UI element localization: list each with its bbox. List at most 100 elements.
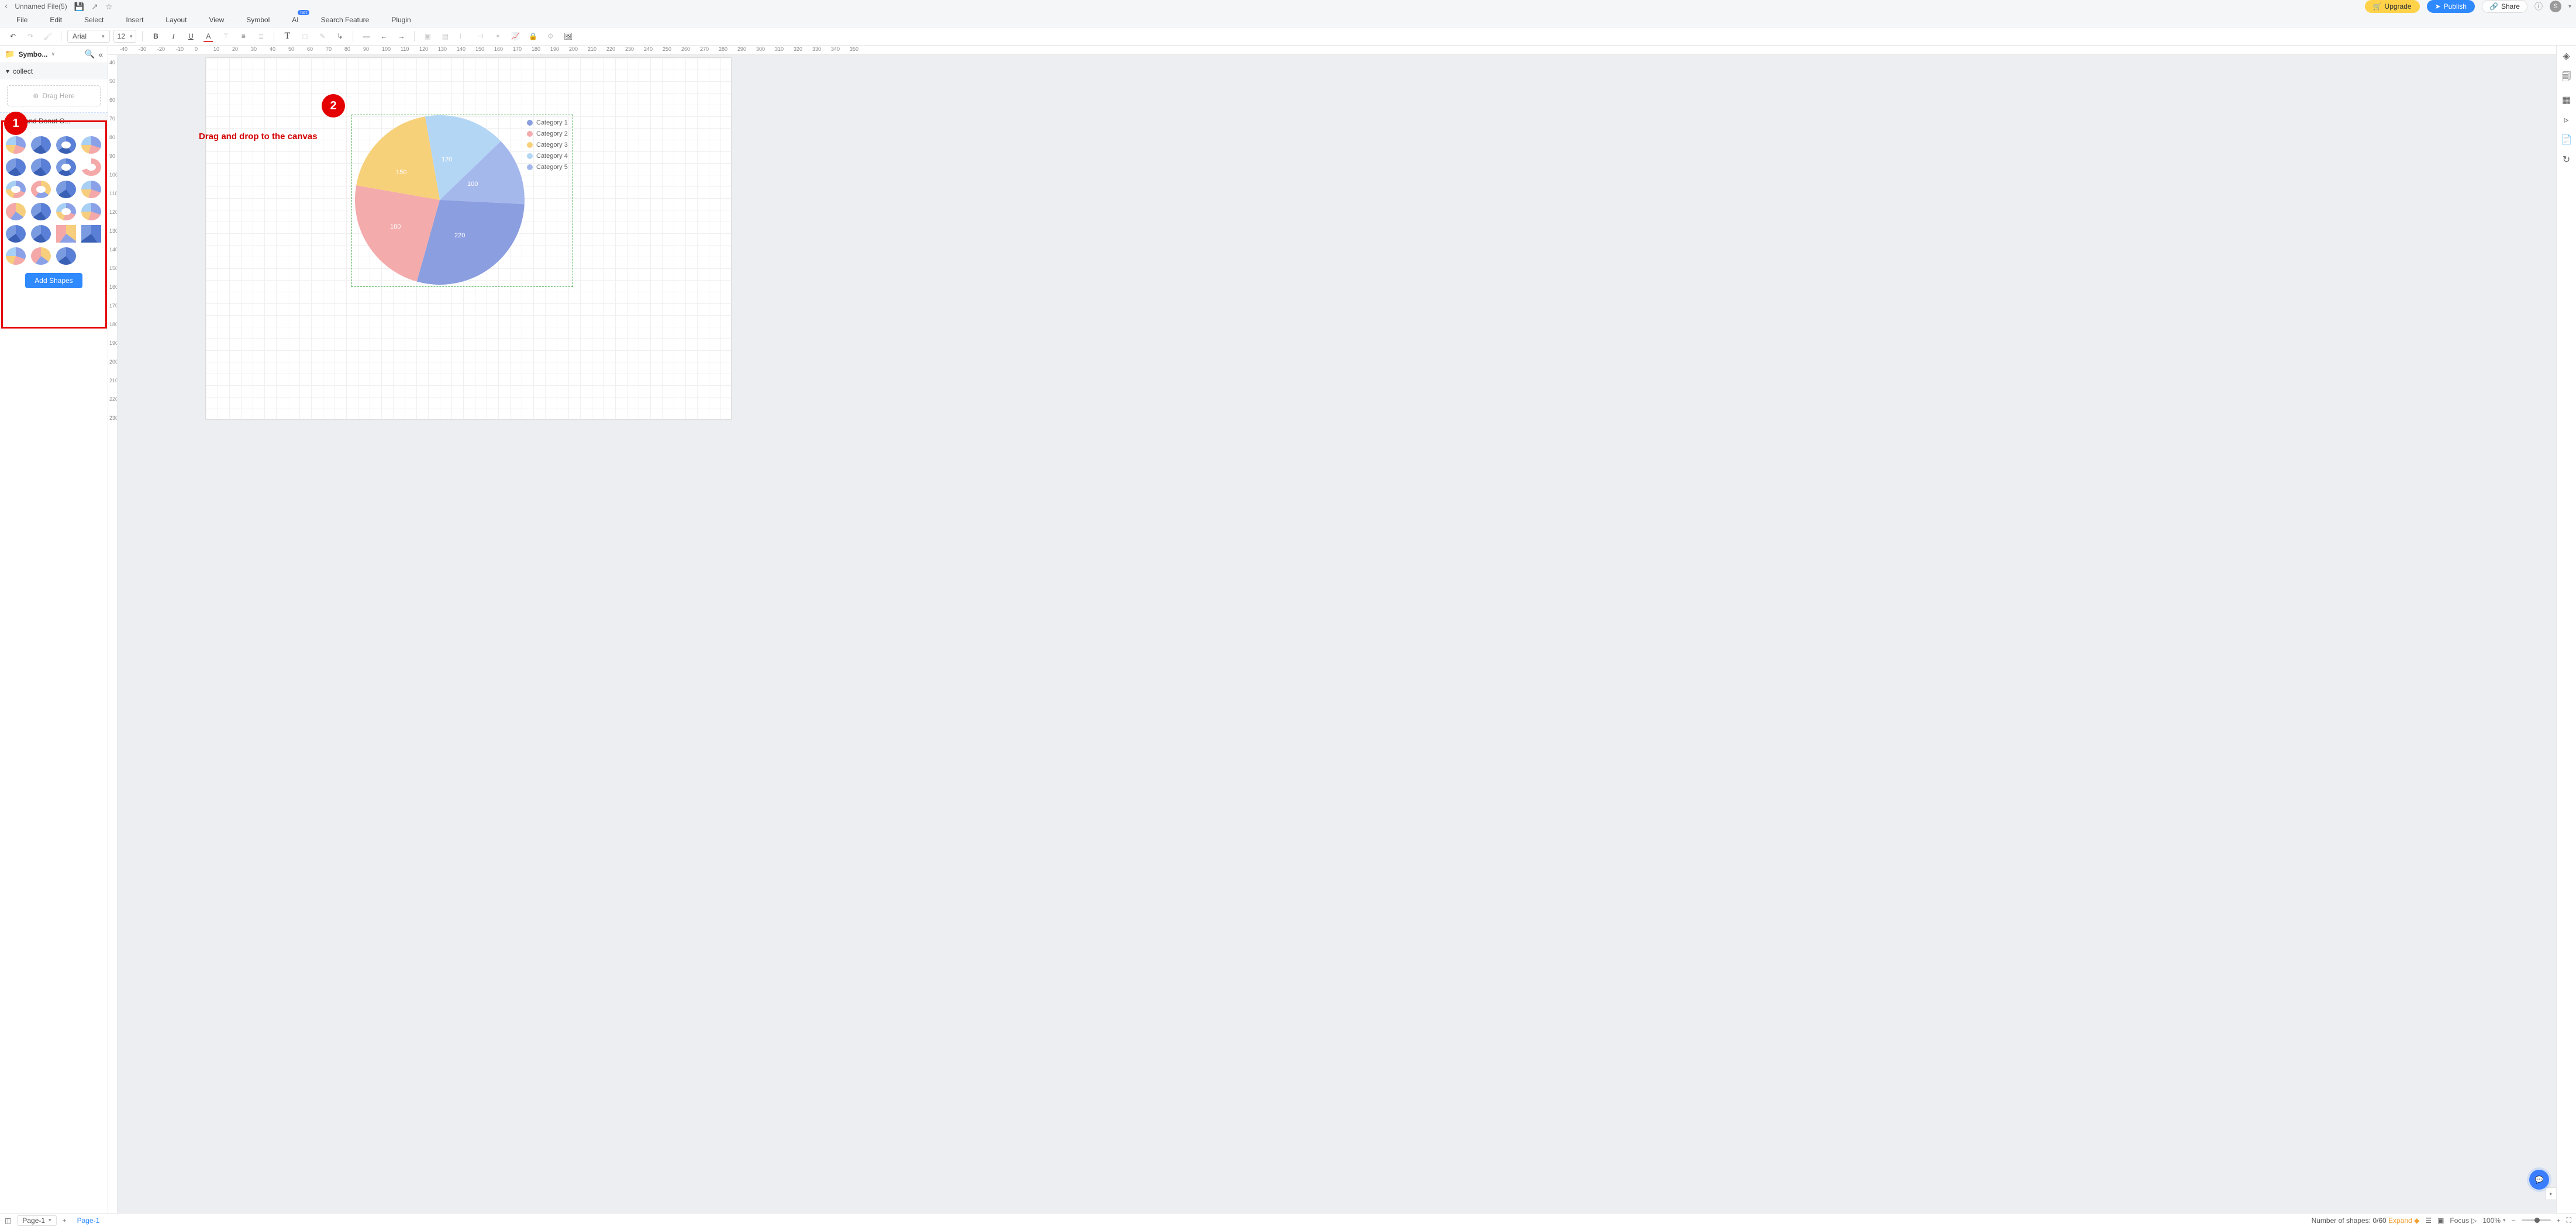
font-select[interactable]: Arial▾ [67,30,110,43]
layers-toggle[interactable]: ☰ [2425,1216,2432,1225]
assistant-fab[interactable]: 💬 [2529,1170,2549,1190]
avatar[interactable]: S [2550,1,2561,12]
shape-thumb[interactable] [56,225,76,243]
shape-thumb[interactable] [56,158,76,176]
text-tool-button[interactable]: T [280,29,294,43]
page-tab[interactable]: Page-1 [73,1216,105,1225]
save-icon[interactable]: 💾 [74,2,84,12]
fullscreen-button[interactable]: ⛶ [2567,1216,2571,1225]
fill-button[interactable]: ◻ [298,29,312,43]
avatar-caret-icon[interactable]: ▾ [2568,4,2571,10]
add-shapes-button[interactable]: Add Shapes [25,273,82,288]
arrow-end-button[interactable]: → [394,29,408,43]
line-color-button[interactable]: ✎ [315,29,329,43]
layers-icon[interactable]: 🗐 [2562,70,2571,86]
shape-thumb[interactable] [6,203,26,220]
library-caret-icon[interactable]: ∨ [51,51,55,57]
font-size-select[interactable]: 12▾ [113,30,137,43]
drag-here-zone[interactable]: ⊕Drag Here [7,85,101,106]
shape-thumb[interactable] [81,136,101,154]
tools-button[interactable]: ⚙ [543,29,557,43]
shape-thumb[interactable] [6,247,26,265]
shape-thumb[interactable] [31,136,51,154]
menu-search-feature[interactable]: Search Feature [321,16,370,24]
zoom-in-button[interactable]: + [2557,1216,2561,1225]
bold-button[interactable]: B [149,29,163,43]
star-icon[interactable]: ☆ [105,2,113,12]
zoom-out-button[interactable]: − [2512,1216,2516,1225]
menu-layout[interactable]: Layout [165,16,187,24]
expand-link[interactable]: Expand [2388,1216,2412,1225]
help-icon[interactable]: ⓘ [2534,1,2543,12]
shape-thumb[interactable] [81,158,101,176]
fit-icon[interactable]: ▣ [2437,1216,2444,1225]
italic-button[interactable]: I [166,29,180,43]
shape-thumb[interactable] [56,203,76,220]
add-page-button[interactable]: + [63,1216,67,1225]
apps-icon[interactable]: ▦ [2562,94,2571,106]
menu-select[interactable]: Select [84,16,104,24]
image-button[interactable]: 🖼 [561,29,575,43]
page-select[interactable]: Page-1▾ [17,1215,56,1226]
shape-thumb[interactable] [31,203,51,220]
shape-thumb[interactable] [81,203,101,220]
canvas[interactable]: Drag and drop to the canvas 2 Category 1… [118,55,2556,1213]
history-icon[interactable]: ↻ [2563,154,2570,165]
menu-ai[interactable]: AIhot [292,16,298,24]
line-style-button[interactable]: — [359,29,373,43]
collapse-panel-icon[interactable]: « [98,50,103,59]
publish-button[interactable]: ➤Publish [2427,0,2475,13]
menu-plugin[interactable]: Plugin [391,16,411,24]
shape-thumb[interactable] [81,225,101,243]
align-objects-button[interactable]: ⊢ [456,29,470,43]
shape-thumb[interactable] [81,181,101,198]
shape-thumb[interactable] [6,136,26,154]
page-canvas[interactable]: Drag and drop to the canvas 2 Category 1… [205,57,732,420]
shape-thumb[interactable] [31,158,51,176]
zoom-value[interactable]: 100% ▾ [2482,1216,2505,1225]
shape-thumb[interactable] [31,247,51,265]
shape-thumb[interactable] [56,136,76,154]
shape-thumb[interactable] [6,158,26,176]
menu-view[interactable]: View [209,16,224,24]
align-button[interactable]: ≡ [236,29,250,43]
distribute-button[interactable]: ⊣ [473,29,487,43]
menu-file[interactable]: File [16,16,27,24]
group-button[interactable]: ▣ [420,29,434,43]
shape-thumb[interactable] [56,181,76,198]
menu-symbol[interactable]: Symbol [246,16,270,24]
ungroup-button[interactable]: ▤ [438,29,452,43]
present-icon[interactable]: ▹ [2564,114,2568,126]
back-icon[interactable]: ‹ [5,1,8,12]
shape-thumb[interactable] [6,225,26,243]
file-name[interactable]: Unnamed File(5) [15,2,67,11]
notes-icon[interactable]: 📄 [2561,134,2572,146]
undo-button[interactable]: ↶ [6,29,20,43]
export-icon[interactable]: ↗ [91,2,98,12]
upgrade-button[interactable]: 🛒Upgrade [2365,0,2420,13]
pie-chart[interactable]: 220180150120100 [355,115,525,285]
line-spacing-button[interactable]: ≣ [254,29,268,43]
underline-button[interactable]: U [184,29,198,43]
connector-button[interactable]: ↳ [333,29,347,43]
crop-button[interactable]: 📈 [508,29,522,43]
style-icon[interactable]: ◈ [2563,50,2570,62]
focus-button[interactable]: Focus ▷ [2450,1216,2477,1225]
arrow-start-button[interactable]: ← [377,29,391,43]
menu-insert[interactable]: Insert [126,16,143,24]
pages-icon[interactable]: ◫ [5,1216,11,1225]
share-button[interactable]: 🔗Share [2482,0,2527,13]
format-painter-button[interactable]: 🖌 [41,29,55,43]
shape-thumb[interactable] [56,247,76,265]
effects-button[interactable]: ✦ [491,29,505,43]
pie-slice[interactable] [356,116,440,200]
menu-edit[interactable]: Edit [50,16,62,24]
font-color-button[interactable]: A [201,29,215,43]
rightrail-toggle[interactable]: ▸ [2546,1187,2556,1200]
redo-button[interactable]: ↷ [23,29,37,43]
shape-thumb[interactable] [6,181,26,198]
search-icon[interactable]: 🔍 [85,49,95,59]
shape-thumb[interactable] [31,181,51,198]
section-collect[interactable]: ▾collect [0,63,108,80]
text-style-button[interactable]: T [219,29,233,43]
